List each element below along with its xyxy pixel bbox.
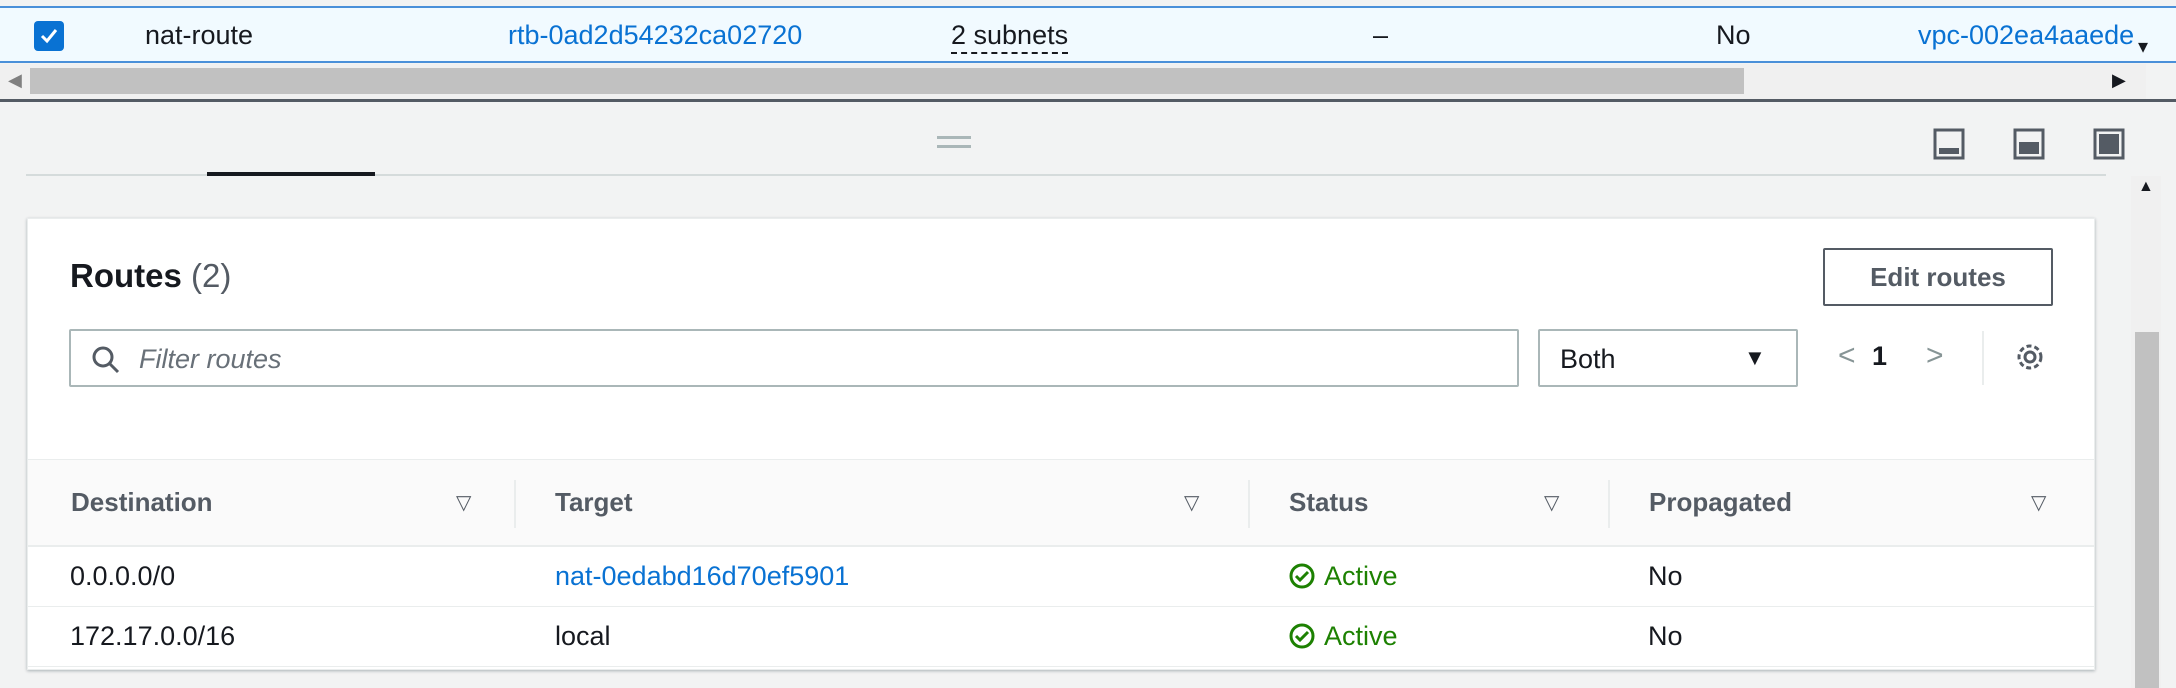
search-icon	[92, 346, 120, 374]
column-separator[interactable]	[514, 480, 516, 528]
panel-bottom-medium-icon[interactable]	[2013, 128, 2045, 160]
scroll-right-icon[interactable]: ▶	[2112, 70, 2126, 91]
edit-routes-button[interactable]: Edit routes	[1823, 248, 2053, 306]
chevron-left-icon[interactable]: <	[1838, 339, 1856, 373]
column-header-destination[interactable]: Destination	[71, 487, 213, 518]
sort-icon[interactable]: ▽	[2031, 490, 2046, 515]
sort-icon[interactable]: ▽	[456, 490, 471, 515]
propagation-select-value: Both	[1560, 344, 1616, 374]
settings-icon[interactable]	[2013, 340, 2047, 374]
caret-down-icon: ▼	[1744, 345, 1766, 370]
column-separator[interactable]	[1608, 480, 1610, 528]
pager-divider	[1982, 331, 1984, 385]
status-success-icon	[1289, 623, 1315, 649]
route-table-name: nat-route	[145, 20, 254, 50]
status-text: Active	[1324, 621, 1398, 651]
filter-routes-input[interactable]	[137, 339, 1501, 379]
route-table-row-selected[interactable]: nat-route rtb-0ad2d54232ca02720 2 subnet…	[0, 6, 2176, 63]
vpc-id-link[interactable]: vpc-002ea4aaede	[1918, 20, 2138, 51]
table-row: 0.0.0.0/0 nat-0edabd16d70ef5901 Active N…	[28, 547, 2094, 607]
status-success-icon	[1289, 563, 1315, 589]
status-text: Active	[1324, 561, 1398, 591]
current-page-number[interactable]: 1	[1872, 341, 1887, 372]
column-header-target[interactable]: Target	[555, 487, 633, 518]
caret-down-icon[interactable]: ▾	[2138, 34, 2148, 59]
routes-heading: Routes (2)	[70, 257, 231, 295]
panel-bottom-small-icon[interactable]	[1933, 128, 1965, 160]
drag-handle-icon[interactable]	[937, 136, 971, 154]
scroll-up-icon[interactable]: ▲	[2138, 178, 2154, 196]
propagation-select[interactable]: Both ▼	[1538, 329, 1798, 387]
vertical-scrollbar[interactable]: ▲	[2131, 176, 2161, 688]
table-row: 172.17.0.0/16 local Active No	[28, 607, 2094, 667]
sort-icon[interactable]: ▽	[1184, 490, 1199, 515]
chevron-right-icon[interactable]: >	[1926, 339, 1944, 373]
check-icon	[40, 29, 58, 44]
status-cell: Active	[1288, 621, 1398, 652]
filter-routes-field[interactable]	[69, 329, 1519, 387]
routes-count: (2)	[191, 257, 232, 294]
destination-cell: 0.0.0.0/0	[70, 561, 176, 591]
target-link[interactable]: nat-0edabd16d70ef5901	[555, 561, 849, 592]
subnet-associations-link[interactable]: 2 subnets	[951, 20, 1069, 54]
panel-full-icon[interactable]	[2093, 128, 2125, 160]
horizontal-scroll-thumb[interactable]	[30, 68, 1744, 94]
target-cell: local	[555, 621, 611, 651]
routes-container: Routes (2) Edit routes Both ▼ < 1 > Dest…	[27, 218, 2095, 670]
routes-title: Routes	[70, 257, 182, 294]
column-header-propagated[interactable]: Propagated	[1649, 487, 1792, 518]
propagated-cell: No	[1648, 561, 1683, 591]
column-header-status[interactable]: Status	[1289, 487, 1368, 518]
horizontal-scrollbar[interactable]: ◀ ▶	[0, 64, 2146, 100]
propagated-cell: No	[1648, 621, 1683, 651]
split-panel-header	[0, 102, 2146, 178]
main-value: No	[1716, 20, 1751, 50]
vertical-scroll-thumb[interactable]	[2135, 332, 2159, 688]
sort-icon[interactable]: ▽	[1544, 490, 1559, 515]
route-table-id-link[interactable]: rtb-0ad2d54232ca02720	[508, 20, 802, 51]
edge-associations-value: –	[1373, 20, 1389, 50]
row-checkbox[interactable]	[34, 21, 64, 51]
routes-table-header: Destination ▽ Target ▽ Status ▽ Propagat…	[28, 459, 2094, 547]
column-separator[interactable]	[1248, 480, 1250, 528]
scroll-left-icon[interactable]: ◀	[8, 70, 22, 91]
status-cell: Active	[1288, 561, 1398, 592]
destination-cell: 172.17.0.0/16	[70, 621, 236, 651]
tab-active-indicator[interactable]	[207, 172, 375, 176]
